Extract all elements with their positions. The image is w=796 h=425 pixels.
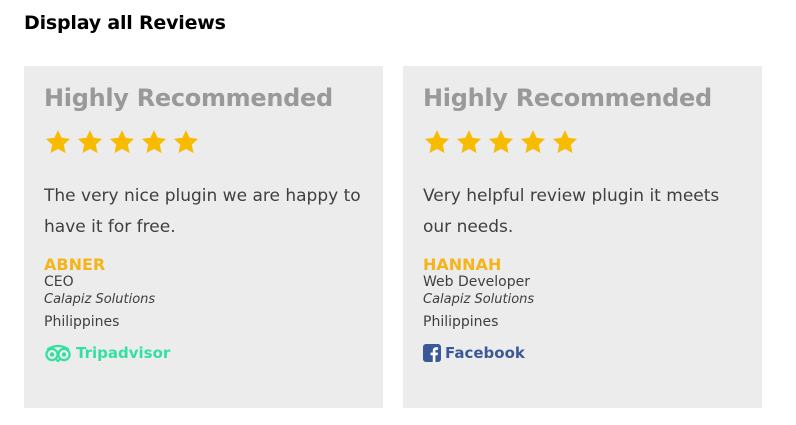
reviewer-role: Web Developer: [423, 274, 530, 290]
star-icon: [488, 130, 514, 153]
review-title: Highly Recommended: [44, 84, 333, 112]
star-icon: [424, 130, 450, 153]
review-card: Highly Recommended The very nice plugin …: [24, 66, 383, 408]
source-label: Facebook: [445, 344, 525, 362]
star-icon: [109, 130, 135, 153]
reviewer-name: HANNAH: [423, 255, 502, 274]
review-source[interactable]: Tripadvisor: [44, 343, 363, 363]
tripadvisor-icon: [45, 344, 71, 362]
star-icon: [456, 130, 482, 153]
star-icon: [141, 130, 167, 153]
star-rating: [423, 128, 742, 156]
review-title: Highly Recommended: [423, 84, 712, 112]
star-rating: [44, 128, 363, 156]
reviewer-company: Calapiz Solutions: [44, 292, 156, 307]
reviewer-company: Calapiz Solutions: [423, 292, 535, 307]
facebook-icon: [423, 344, 441, 362]
star-icon: [520, 130, 546, 153]
star-icon: [77, 130, 103, 153]
page-heading: Display all Reviews: [24, 12, 226, 34]
star-icon: [552, 130, 578, 153]
reviewer-country: Philippines: [44, 314, 120, 330]
review-text: Very helpful review plugin it meets our …: [423, 186, 720, 237]
reviewer-role: CEO: [44, 274, 74, 290]
review-card: Highly Recommended Very helpful review p…: [403, 66, 762, 408]
review-text: The very nice plugin we are happy to hav…: [44, 186, 361, 237]
star-icon: [173, 130, 199, 153]
reviewer-country: Philippines: [423, 314, 499, 330]
star-icon: [45, 130, 71, 153]
review-source[interactable]: Facebook: [423, 343, 742, 363]
source-label: Tripadvisor: [76, 344, 171, 362]
reviewer-name: ABNER: [44, 255, 106, 274]
